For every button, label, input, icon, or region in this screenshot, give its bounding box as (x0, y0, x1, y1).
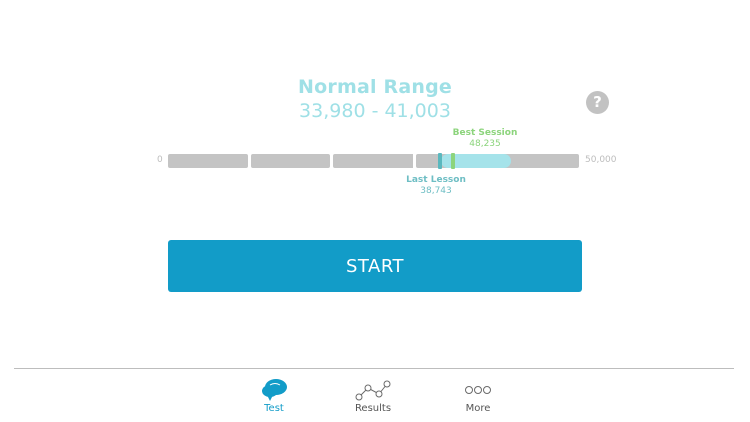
last-lesson-marker (438, 153, 443, 169)
tab-more[interactable]: More (438, 378, 518, 420)
best-session-title: Best Session (452, 128, 518, 138)
tab-more-label: More (465, 403, 491, 414)
normal-range-title: Normal Range (298, 76, 452, 98)
scale-min-label: 0 (157, 155, 163, 165)
speech-bubble-icon (234, 378, 314, 402)
score-track-segment (168, 154, 248, 168)
scale-max-label: 50,000 (585, 155, 617, 165)
tab-test[interactable]: Test (234, 378, 314, 420)
start-button[interactable]: START (168, 240, 582, 292)
tab-bar-divider (14, 368, 734, 369)
tab-results[interactable]: Results (333, 378, 413, 420)
best-session-marker (451, 153, 456, 169)
tab-results-label: Results (354, 403, 392, 414)
last-lesson-title: Last Lesson (406, 175, 466, 185)
score-track-segment (333, 154, 415, 168)
more-dots-icon (438, 378, 518, 402)
score-track-segment (251, 154, 330, 168)
best-session-value: 48,235 (469, 139, 501, 149)
line-chart-icon (333, 378, 413, 402)
last-lesson-value: 38,743 (420, 186, 452, 196)
question-icon: ? (593, 93, 602, 111)
band-separator (413, 154, 415, 168)
help-button[interactable]: ? (586, 91, 609, 114)
tab-test-label: Test (264, 403, 284, 414)
normal-range-values: 33,980 - 41,003 (299, 100, 451, 122)
